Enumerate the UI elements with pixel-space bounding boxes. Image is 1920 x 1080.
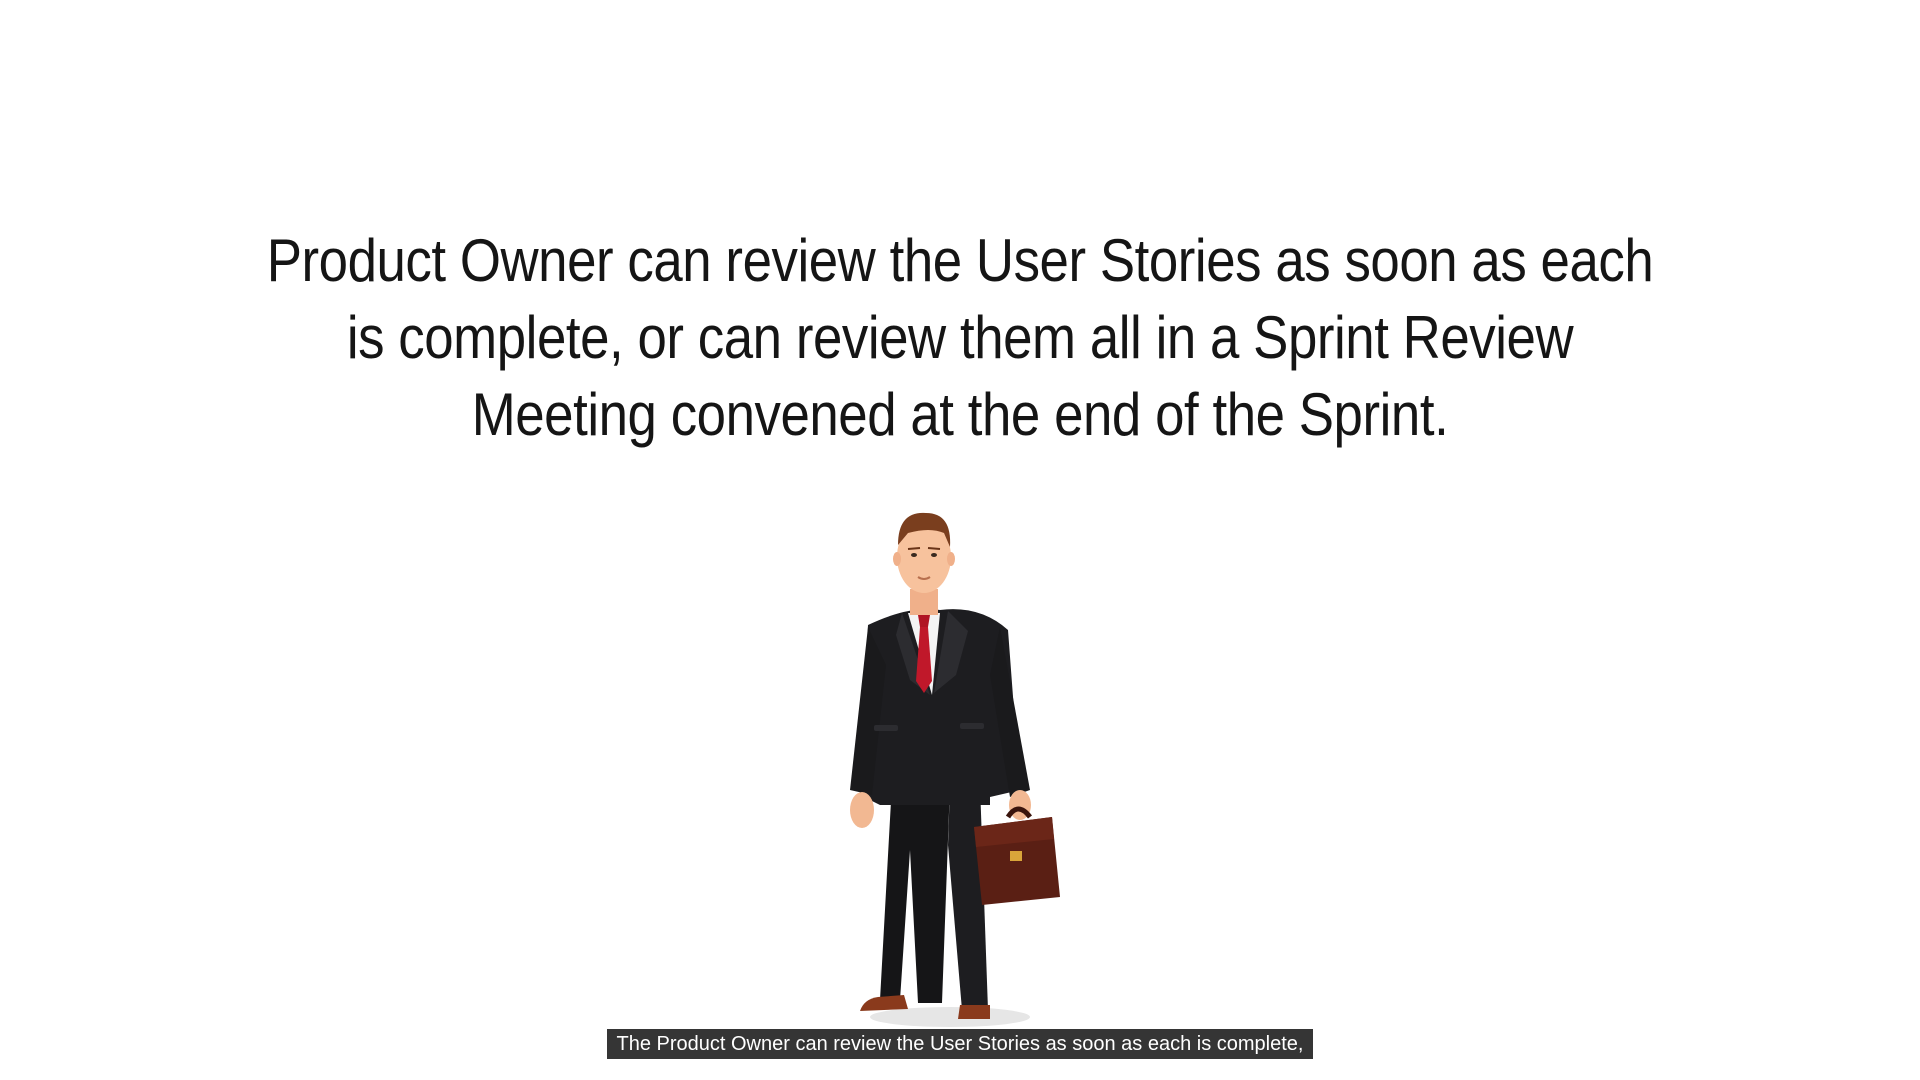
- subtitle-text: The Product Owner can review the User St…: [606, 1029, 1314, 1059]
- video-frame: Product Owner can review the User Storie…: [0, 0, 1920, 1080]
- businessman-icon: [850, 512, 1060, 1027]
- slide-headline: Product Owner can review the User Storie…: [266, 227, 1654, 448]
- businessman-illustration: [840, 505, 1080, 1035]
- subtitle-bar: The Product Owner can review the User St…: [0, 1029, 1920, 1059]
